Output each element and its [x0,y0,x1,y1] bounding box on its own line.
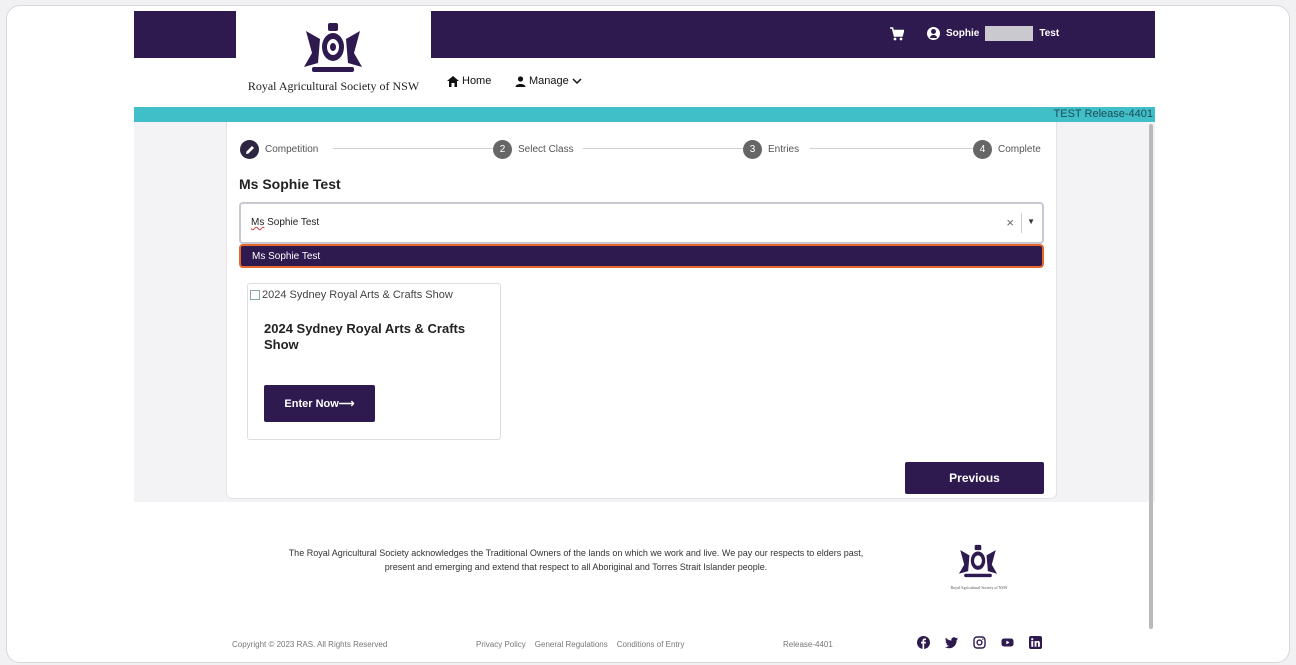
step-select-class: 2 Select Class [493,140,574,159]
acknowledgement-text: The Royal Agricultural Society acknowled… [288,548,864,572]
person-icon [515,75,526,87]
step-entries: 3 Entries [743,140,799,159]
chevron-down-icon [572,77,582,84]
step-complete: 4 Complete [973,140,1041,159]
privacy-policy-link[interactable]: Privacy Policy [476,640,526,649]
instagram-icon[interactable] [973,636,986,649]
show-card[interactable]: 2024 Sydney Royal Arts & Crafts Show 202… [247,283,501,440]
footer-crest-text: Royal Agricultural Society of NSW [950,585,1008,590]
footer-crest-icon [958,544,998,578]
linkedin-icon[interactable] [1029,636,1042,649]
general-regulations-link[interactable]: General Regulations [535,640,608,649]
nav-home-label: Home [462,75,492,87]
step-label: Entries [768,144,800,155]
cart-icon[interactable] [890,27,904,41]
pencil-icon [240,140,259,159]
user-last-name: Test [1039,28,1060,39]
person-select[interactable]: Ms Sophie Test × ▼ [239,202,1044,244]
enter-now-button[interactable]: Enter Now⟶ [264,385,375,422]
redacted-block [985,26,1034,41]
twitter-icon[interactable] [945,636,958,649]
nav-home[interactable]: Home [447,75,491,87]
show-title: 2024 Sydney Royal Arts & Crafts Show [264,321,466,352]
caret-down-icon[interactable]: ▼ [1027,217,1035,226]
broken-image-icon [250,290,260,300]
header-bar-left [134,11,236,58]
step-number: 2 [493,140,512,159]
facebook-icon[interactable] [917,636,930,649]
show-image-alt: 2024 Sydney Royal Arts & Crafts Show [262,289,453,301]
release-banner: TEST Release-4401 [134,107,1155,122]
nav-manage-label: Manage [529,75,569,87]
step-connector [583,148,743,149]
conditions-of-entry-link[interactable]: Conditions of Entry [617,640,685,649]
select-divider [1021,213,1022,233]
user-menu[interactable]: Sophie Test [927,26,1059,41]
footer-links: Privacy Policy General Regulations Condi… [476,640,684,649]
footer-release: Release-4401 [783,640,833,649]
page-title: Ms Sophie Test [239,176,341,192]
copyright-text: Copyright © 2023 RAS. All Rights Reserve… [232,640,388,649]
scrollbar[interactable] [1149,124,1153,629]
clear-icon[interactable]: × [1006,215,1014,230]
previous-button[interactable]: Previous [905,462,1044,494]
nav-manage[interactable]: Manage [515,75,582,87]
step-label: Complete [998,144,1041,155]
step-competition: Competition [240,140,318,159]
step-connector [333,148,493,149]
step-label: Competition [265,144,319,155]
logo-text: Royal Agricultural Society of NSW [247,79,420,93]
account-icon [927,27,940,40]
release-label: TEST Release-4401 [1053,108,1153,120]
step-number: 4 [973,140,992,159]
social-links [917,636,1042,649]
dropdown-option[interactable]: Ms Sophie Test [239,244,1044,268]
show-image: 2024 Sydney Royal Arts & Crafts Show [250,289,453,301]
site-logo[interactable]: Royal Agricultural Society of NSW [236,11,431,107]
user-first-name: Sophie [946,28,980,39]
youtube-icon[interactable] [1001,636,1014,649]
step-number: 3 [743,140,762,159]
crest-icon [304,23,362,72]
home-icon [447,75,459,87]
person-select-value[interactable]: Ms Sophie Test [251,217,319,228]
step-connector [810,148,973,149]
step-label: Select Class [518,144,574,155]
